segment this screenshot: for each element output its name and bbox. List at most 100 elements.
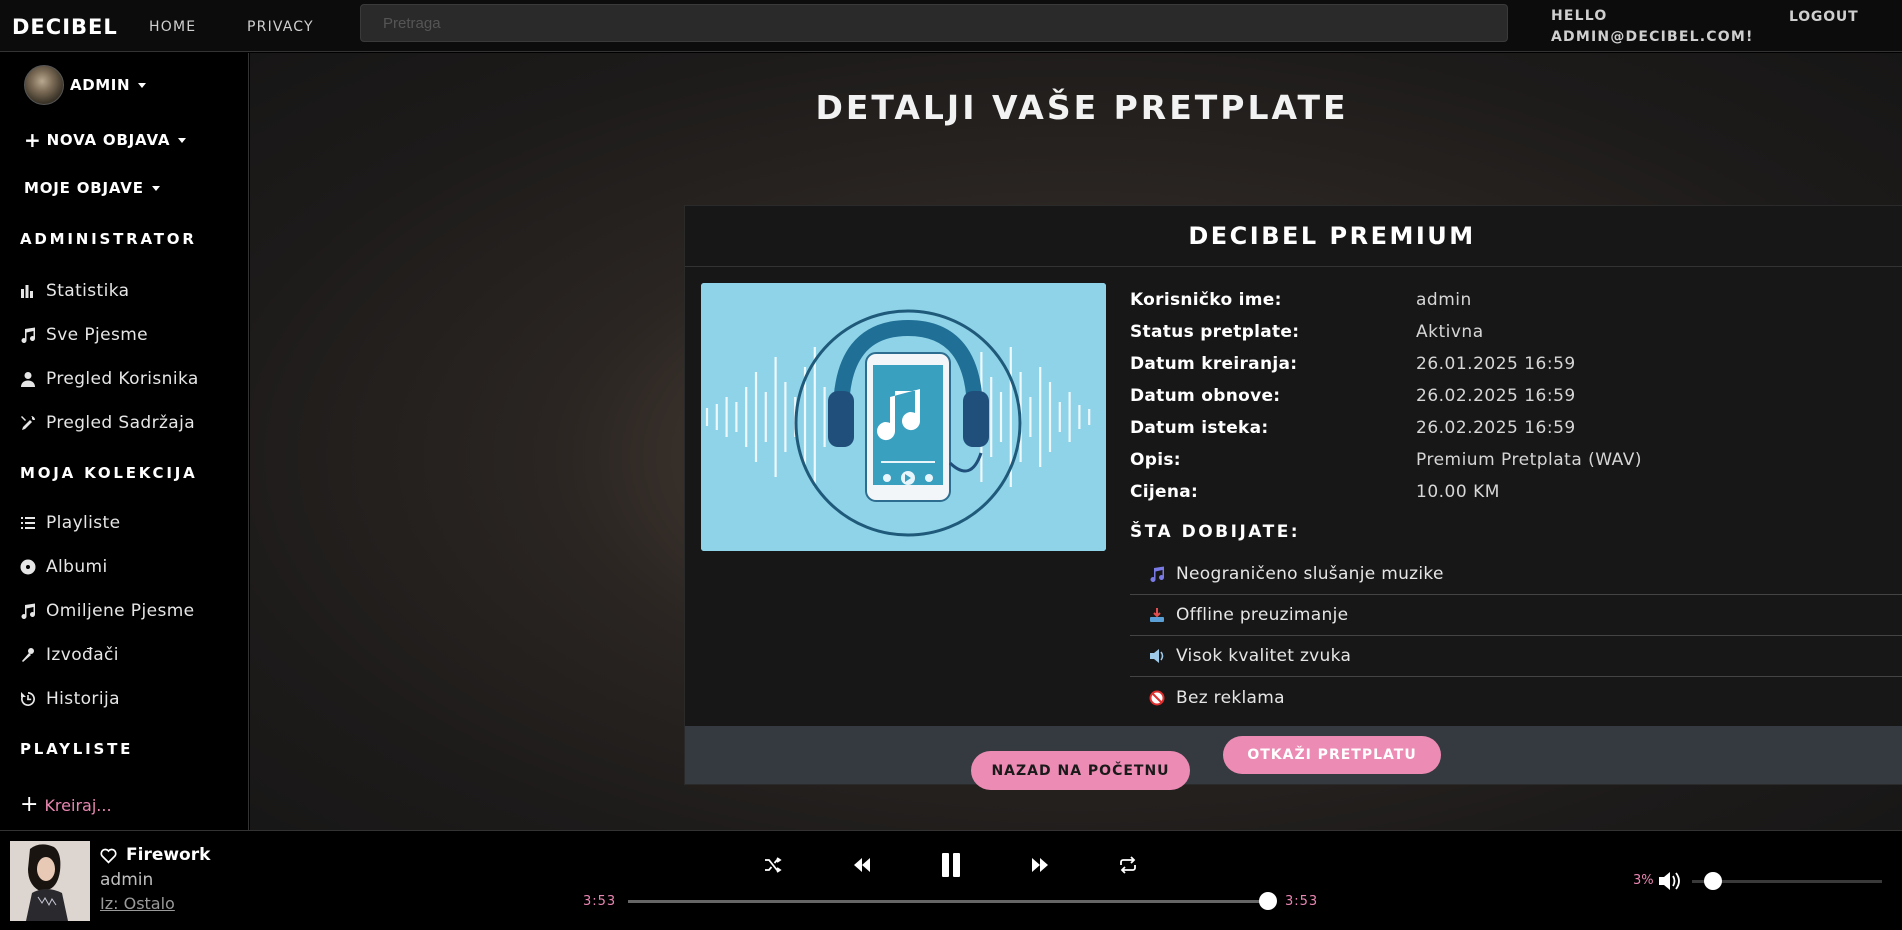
history-icon: [20, 692, 35, 706]
shuffle-icon: [765, 857, 782, 873]
greeting-line-2: ADMIN@DECIBEL.COM!: [1551, 29, 1754, 45]
create-playlist-label: Kreiraj...: [44, 795, 112, 815]
logout-link[interactable]: LOGOUT: [1789, 9, 1858, 25]
sidebar-item-label: Pregled Korisnika: [46, 369, 199, 389]
sidebar: ADMIN + NOVA OBJAVA MOJE OBJAVE ADMINIST…: [0, 53, 249, 830]
list-item: Bez reklama: [1130, 677, 1902, 718]
list-item: Offline preuzimanje: [1130, 595, 1902, 636]
detail-row: Cijena: 10.00 KM: [1130, 476, 1902, 508]
benefits-title: ŠTA DOBIJATE:: [1130, 522, 1301, 542]
detail-label: Korisničko ime:: [1130, 290, 1282, 310]
music-note-icon: [21, 327, 35, 343]
microphone-icon: [22, 648, 34, 662]
tools-icon: [21, 416, 35, 430]
sidebar-item-izvodaci[interactable]: Izvođači: [20, 643, 119, 667]
benefit-label: Bez reklama: [1176, 687, 1285, 708]
caret-down-icon: [138, 82, 147, 88]
moje-objave-label: MOJE OBJAVE: [24, 179, 144, 197]
volume-slider[interactable]: [1692, 872, 1882, 890]
sidebar-item-label: Historija: [46, 689, 120, 709]
user-icon: [21, 372, 35, 387]
section-moja-kolekcija: MOJA KOLEKCIJA: [20, 464, 198, 482]
detail-value: 26.02.2025 16:59: [1416, 418, 1576, 438]
brand-logo[interactable]: DECIBEL: [12, 15, 118, 39]
volume-button[interactable]: [1658, 871, 1682, 891]
detail-value: Premium Pretplata (WAV): [1416, 450, 1642, 470]
nav-privacy-link[interactable]: PRIVACY: [247, 19, 314, 35]
sidebar-item-albumi[interactable]: Albumi: [20, 555, 108, 579]
moje-objave-dropdown[interactable]: MOJE OBJAVE: [24, 179, 160, 197]
repeat-button[interactable]: [1114, 851, 1142, 879]
progress-fill: [628, 900, 1268, 903]
next-button[interactable]: [1026, 851, 1054, 879]
song-title: Firework: [100, 845, 210, 865]
back-home-button[interactable]: NAZAD NA POČETNU: [971, 751, 1190, 790]
nova-objava-dropdown[interactable]: + NOVA OBJAVA: [24, 128, 187, 152]
caret-down-icon: [178, 137, 187, 143]
volume-handle[interactable]: [1703, 872, 1722, 890]
rewind-icon: [854, 858, 870, 872]
shuffle-button[interactable]: [759, 851, 787, 879]
music-notes-icon: [1148, 565, 1166, 583]
sidebar-item-label: Omiljene Pjesme: [46, 601, 195, 621]
search-input[interactable]: [360, 4, 1508, 42]
detail-row: Status pretplate: Aktivna: [1130, 316, 1902, 348]
sidebar-item-statistika[interactable]: Statistika: [20, 279, 129, 303]
speaker-icon: [1148, 647, 1166, 665]
album-cover[interactable]: [10, 841, 90, 921]
volume-percent: 3%: [1633, 873, 1654, 888]
sidebar-item-label: Statistika: [46, 281, 130, 301]
avatar: [24, 65, 64, 105]
sidebar-item-label: Sve Pjesme: [46, 325, 149, 345]
detail-label: Datum kreiranja:: [1130, 354, 1298, 374]
top-navbar: DECIBEL HOME PRIVACY HELLO ADMIN@DECIBEL…: [0, 0, 1902, 52]
section-playliste: PLAYLISTE: [20, 740, 134, 758]
detail-label: Datum obnove:: [1130, 386, 1281, 406]
user-dropdown[interactable]: ADMIN: [24, 65, 147, 105]
nav-home-link[interactable]: HOME: [149, 19, 196, 35]
time-current: 3:53: [583, 894, 617, 909]
detail-value: 10.00 KM: [1416, 482, 1500, 502]
heart-icon[interactable]: [100, 847, 117, 864]
create-playlist-link[interactable]: + Kreiraj...: [20, 794, 112, 816]
card-footer: OTKAŽI PRETPLATU: [685, 726, 1902, 784]
plus-icon: +: [24, 128, 42, 152]
detail-row: Datum isteka: 26.02.2025 16:59: [1130, 412, 1902, 444]
download-icon: [1148, 606, 1166, 624]
cancel-subscription-button[interactable]: OTKAŽI PRETPLATU: [1223, 736, 1441, 774]
detail-label: Status pretplate:: [1130, 322, 1300, 342]
sidebar-item-omiljene-pjesme[interactable]: Omiljene Pjesme: [20, 599, 195, 623]
list-icon: [21, 517, 35, 529]
list-item: Neograničeno slušanje muzike: [1130, 554, 1902, 595]
repeat-icon: [1120, 856, 1136, 874]
greeting-line-1: HELLO: [1551, 8, 1608, 24]
sidebar-item-pregled-sadrzaja[interactable]: Pregled Sadržaja: [20, 411, 195, 435]
subscription-card: DECIBEL PREMIUM Korisničko ime: admin St…: [684, 205, 1902, 785]
detail-value: admin: [1416, 290, 1472, 310]
benefit-label: Visok kvalitet zvuka: [1176, 646, 1352, 666]
nova-objava-label: NOVA OBJAVA: [46, 131, 171, 149]
headphones-phone-illustration: [701, 283, 1106, 551]
music-note-icon: [21, 603, 35, 619]
plus-icon: +: [20, 792, 39, 817]
caret-down-icon: [151, 185, 160, 191]
sidebar-item-historija[interactable]: Historija: [20, 687, 120, 711]
sidebar-item-pregled-korisnika[interactable]: Pregled Korisnika: [20, 367, 199, 391]
detail-value: 26.02.2025 16:59: [1416, 386, 1576, 406]
sidebar-item-label: Playliste: [46, 513, 121, 533]
detail-label: Cijena:: [1130, 482, 1199, 502]
song-album-link[interactable]: Iz: Ostalo: [100, 894, 175, 913]
fast-forward-icon: [1032, 858, 1048, 872]
sidebar-item-sve-pjesme[interactable]: Sve Pjesme: [20, 323, 148, 347]
pause-button[interactable]: [937, 851, 965, 879]
detail-value: 26.01.2025 16:59: [1416, 354, 1576, 374]
progress-handle[interactable]: [1259, 892, 1277, 910]
progress-bar[interactable]: [628, 892, 1277, 910]
sidebar-item-playliste[interactable]: Playliste: [20, 511, 120, 535]
disc-icon: [20, 559, 36, 575]
detail-label: Opis:: [1130, 450, 1181, 470]
previous-button[interactable]: [848, 851, 876, 879]
chart-icon: [21, 285, 33, 298]
sidebar-item-label: Izvođači: [46, 645, 119, 665]
time-total: 3:53: [1285, 894, 1319, 909]
